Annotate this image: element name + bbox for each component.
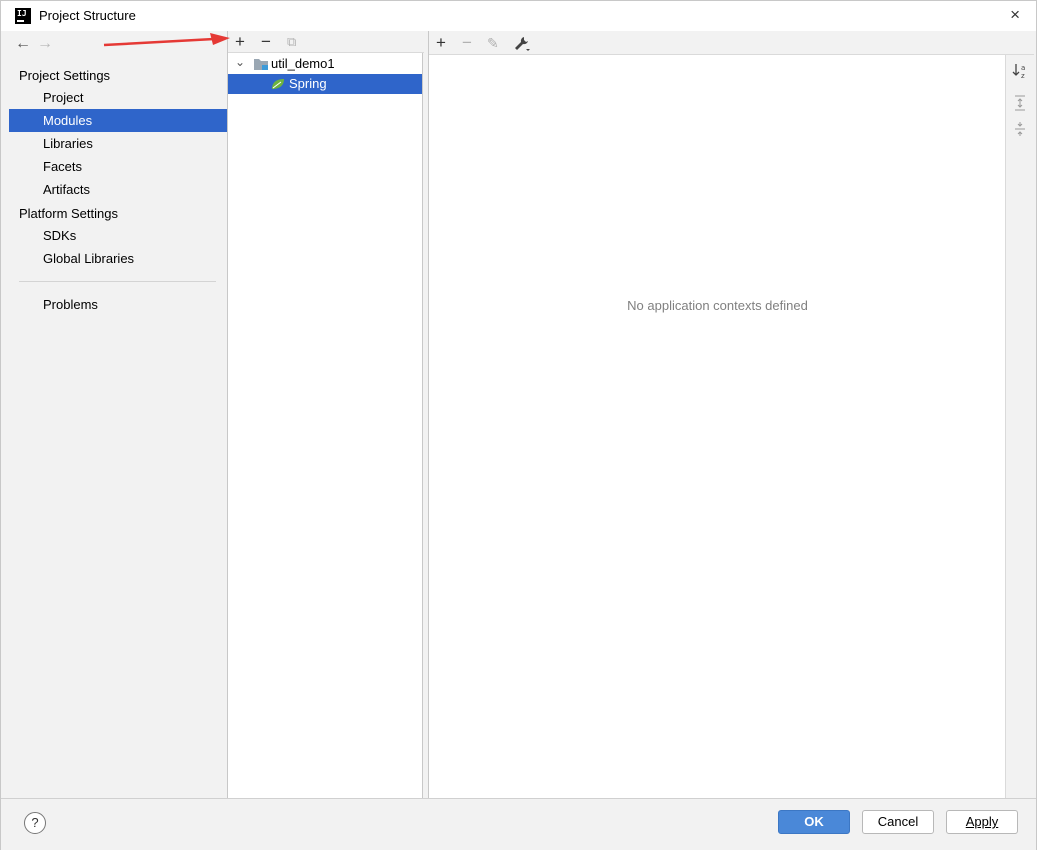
- sidebar-item-label: Artifacts: [43, 182, 90, 197]
- sidebar-item-label: Facets: [43, 159, 83, 174]
- section-project-settings: Project Settings: [19, 68, 111, 83]
- section-platform-settings: Platform Settings: [19, 206, 118, 221]
- right-toolstrip: a z: [1005, 55, 1033, 798]
- remove-context-icon[interactable]: −: [462, 32, 472, 54]
- sidebar-item-sdks[interactable]: SDKs: [9, 224, 227, 247]
- sidebar-item-modules[interactable]: Modules: [9, 109, 227, 132]
- sidebar-item-label: SDKs: [43, 228, 77, 243]
- sidebar-item-project[interactable]: Project: [9, 86, 227, 109]
- svg-text:a: a: [1021, 64, 1025, 72]
- apply-button[interactable]: Apply: [946, 810, 1018, 834]
- chevron-down-icon[interactable]: ⌄: [235, 52, 245, 72]
- sort-alpha-icon[interactable]: a z: [1012, 63, 1028, 79]
- settings-sidebar: ← → Project Settings Project Modules Libr…: [9, 31, 227, 798]
- wrench-icon[interactable]: [513, 35, 531, 53]
- sidebar-item-label: Problems: [43, 297, 98, 312]
- add-context-icon[interactable]: +: [436, 32, 446, 54]
- forward-arrow-icon[interactable]: →: [37, 35, 59, 53]
- sidebar-item-facets[interactable]: Facets: [9, 155, 227, 178]
- tree-row-spring[interactable]: Spring: [228, 74, 422, 94]
- tree-row-module[interactable]: ⌄ util_demo1: [228, 54, 422, 74]
- modules-panel: + − ⧉ ⌄ util_demo1 Spring: [227, 31, 424, 798]
- window-title: Project Structure: [39, 8, 136, 23]
- project-structure-dialog: IJ Project Structure × ← → Project Settin…: [0, 0, 1037, 850]
- sidebar-item-global-libraries[interactable]: Global Libraries: [9, 247, 227, 270]
- app-icon: IJ: [15, 8, 31, 24]
- collapse-all-icon[interactable]: [1012, 121, 1028, 137]
- contexts-panel: + − ✎ No application contexts defined a …: [428, 31, 1034, 798]
- facet-label: Spring: [289, 76, 327, 91]
- remove-icon[interactable]: −: [261, 31, 271, 53]
- help-icon[interactable]: ?: [24, 812, 46, 834]
- sidebar-item-label: Libraries: [43, 136, 93, 151]
- sidebar-item-libraries[interactable]: Libraries: [9, 132, 227, 155]
- title-bar: IJ Project Structure ×: [1, 1, 1036, 31]
- folder-icon: [254, 59, 268, 70]
- expand-all-icon[interactable]: [1012, 95, 1028, 111]
- module-label: util_demo1: [271, 56, 335, 71]
- modules-toolbar: + − ⧉: [228, 31, 424, 53]
- sidebar-item-label: Modules: [43, 113, 93, 128]
- sidebar-item-problems[interactable]: Problems: [9, 293, 227, 316]
- sidebar-item-label: Project: [43, 90, 84, 105]
- contexts-toolbar: + − ✎: [429, 31, 1034, 55]
- edit-icon[interactable]: ✎: [487, 32, 499, 54]
- sidebar-item-label: Global Libraries: [43, 251, 135, 266]
- dialog-footer: ? OK Cancel Apply: [1, 798, 1036, 850]
- copy-icon[interactable]: ⧉: [287, 31, 296, 53]
- close-icon[interactable]: ×: [1010, 5, 1020, 25]
- cancel-button[interactable]: Cancel: [862, 810, 934, 834]
- sidebar-divider: [19, 281, 216, 282]
- nav-arrows: ← →: [15, 35, 59, 53]
- empty-contexts-message: No application contexts defined: [627, 298, 808, 313]
- ok-button[interactable]: OK: [778, 810, 850, 834]
- back-arrow-icon[interactable]: ←: [15, 35, 37, 53]
- svg-text:z: z: [1021, 72, 1025, 79]
- sidebar-item-artifacts[interactable]: Artifacts: [9, 178, 227, 201]
- spring-leaf-icon: [272, 79, 284, 89]
- annotation-arrow: [103, 33, 230, 47]
